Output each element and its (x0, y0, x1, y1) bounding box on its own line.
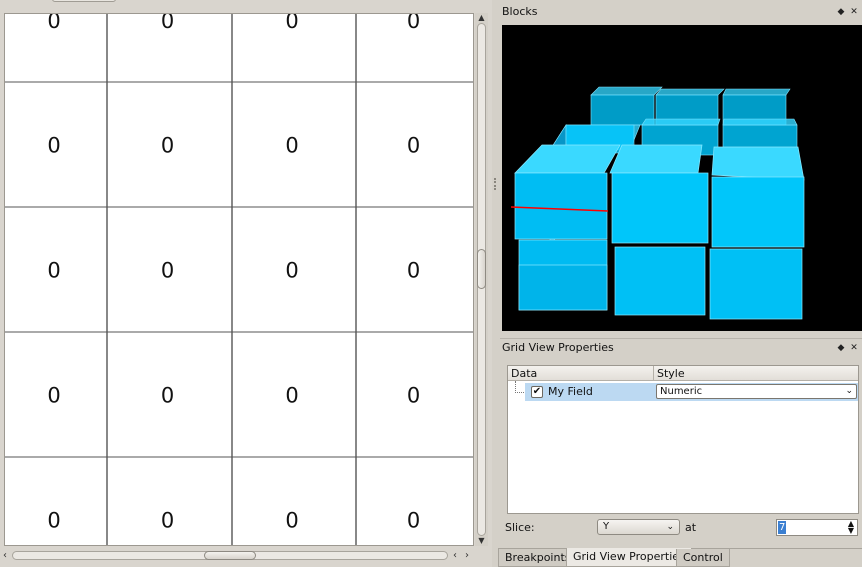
tab-control[interactable]: Control (676, 549, 730, 567)
grid-lines (5, 14, 473, 545)
tree-header: Data Style (508, 366, 858, 381)
slice-axis-value: Y (603, 521, 610, 532)
cube-top (722, 118, 798, 126)
grid-cell-value[interactable]: 0 (47, 134, 60, 158)
vertical-scrollbar[interactable]: ▲ ▼ (475, 13, 488, 546)
dock-splitter[interactable] (492, 0, 498, 567)
slice-index-value[interactable]: 7 (778, 521, 787, 534)
grid-view-pane: 0 0 0 0 0 0 0 0 0 0 0 0 0 0 0 0 0 0 0 0 ▲ ▼ ‹ ‹ › (0, 0, 492, 567)
grid-cell-value[interactable]: 0 (285, 259, 298, 283)
grid-cell-value[interactable]: 0 (161, 14, 174, 33)
tab-grid-view-properties[interactable]: Grid View Properties (566, 548, 692, 567)
slice-controls: Slice: Y ⌄ at 7 ▲ ▼ (500, 517, 862, 539)
scroll-up-icon[interactable]: ▲ (476, 13, 487, 23)
grid-view[interactable]: 0 0 0 0 0 0 0 0 0 0 0 0 0 0 0 0 0 0 0 0 (4, 13, 474, 546)
splitter-grip-icon (494, 178, 496, 190)
grid-values: 0 0 0 0 0 0 0 0 0 0 0 0 0 0 0 0 0 0 0 0 (47, 14, 420, 533)
toolbar-stub (52, 0, 116, 2)
field-name: My Field (548, 385, 593, 398)
column-header-data[interactable]: Data (508, 366, 653, 381)
dock-tab-bar: Breakpoints Grid View Properties Control (498, 548, 862, 567)
cube-top (722, 88, 791, 96)
cube-face (709, 248, 803, 320)
vertical-scroll-thumb[interactable] (477, 249, 486, 289)
cube-face (611, 172, 709, 244)
cube-face (711, 176, 805, 248)
column-header-style[interactable]: Style (653, 366, 858, 381)
blocks-dock-title: Blocks (502, 5, 538, 18)
grid-cell-value[interactable]: 0 (285, 14, 298, 33)
check-icon[interactable]: ✔ (531, 386, 543, 398)
grid-cell-value[interactable]: 0 (407, 259, 420, 283)
grid-cell-value[interactable]: 0 (407, 14, 420, 33)
horizontal-scroll-thumb[interactable] (204, 551, 256, 560)
style-select[interactable]: Numeric ⌄ (656, 384, 857, 399)
scroll-left-end-icon[interactable]: ‹ (450, 549, 460, 562)
blocks-3d-view[interactable] (502, 25, 862, 331)
cube-top (655, 88, 725, 96)
cube-top (609, 144, 703, 174)
grid-cell-value[interactable]: 0 (407, 134, 420, 158)
cube-top (514, 144, 621, 174)
grid-cell-value[interactable]: 0 (407, 384, 420, 408)
slice-axis-select[interactable]: Y ⌄ (597, 519, 680, 535)
blocks-3d-canvas (510, 86, 805, 320)
cube-face (514, 172, 608, 240)
chevron-down-icon: ⌄ (666, 522, 674, 532)
grid-cell-value[interactable]: 0 (285, 384, 298, 408)
field-tree[interactable]: Data Style ✔ My Field Numeric ⌄ (507, 365, 859, 514)
grid-cell-value[interactable]: 0 (161, 509, 174, 533)
grid-cell-value[interactable]: 0 (285, 509, 298, 533)
float-icon[interactable]: ◆ (836, 7, 846, 17)
style-select-value: Numeric (660, 386, 703, 397)
slice-index-spinbox[interactable]: 7 ▲ ▼ (776, 519, 858, 536)
chevron-down-icon: ⌄ (845, 386, 853, 396)
cube-face (614, 246, 706, 316)
grid-canvas: 0 0 0 0 0 0 0 0 0 0 0 0 0 0 0 0 0 0 0 0 (5, 14, 473, 545)
slice-label: Slice: (505, 521, 535, 534)
grid-cell-value[interactable]: 0 (161, 134, 174, 158)
cube-top (590, 86, 663, 96)
scroll-left-icon[interactable]: ‹ (0, 549, 10, 562)
scroll-right-icon[interactable]: › (462, 549, 472, 562)
close-icon[interactable]: ✕ (849, 343, 859, 353)
grid-view-properties-title: Grid View Properties (502, 341, 614, 354)
grid-cell-value[interactable]: 0 (161, 259, 174, 283)
float-icon[interactable]: ◆ (836, 343, 846, 353)
cube-top (641, 118, 721, 126)
cube-face (590, 94, 655, 126)
grid-cell-value[interactable]: 0 (47, 259, 60, 283)
horizontal-scrollbar[interactable]: ‹ ‹ › (3, 549, 474, 562)
grid-cell-value[interactable]: 0 (161, 384, 174, 408)
cube-face (518, 264, 608, 311)
spin-arrows-icon[interactable]: ▲ ▼ (847, 520, 855, 535)
grid-cell-value[interactable]: 0 (285, 134, 298, 158)
at-label: at (685, 521, 697, 534)
tree-row-my-field[interactable]: ✔ My Field Numeric ⌄ (525, 383, 858, 401)
scroll-down-icon[interactable]: ▼ (476, 536, 487, 546)
grid-cell-value[interactable]: 0 (47, 384, 60, 408)
grid-cell-value[interactable]: 0 (47, 509, 60, 533)
grid-cell-value[interactable]: 0 (407, 509, 420, 533)
grid-cell-value[interactable]: 0 (47, 14, 60, 33)
tree-branch-line (515, 381, 524, 393)
close-icon[interactable]: ✕ (849, 7, 859, 17)
cube-top (711, 146, 805, 181)
